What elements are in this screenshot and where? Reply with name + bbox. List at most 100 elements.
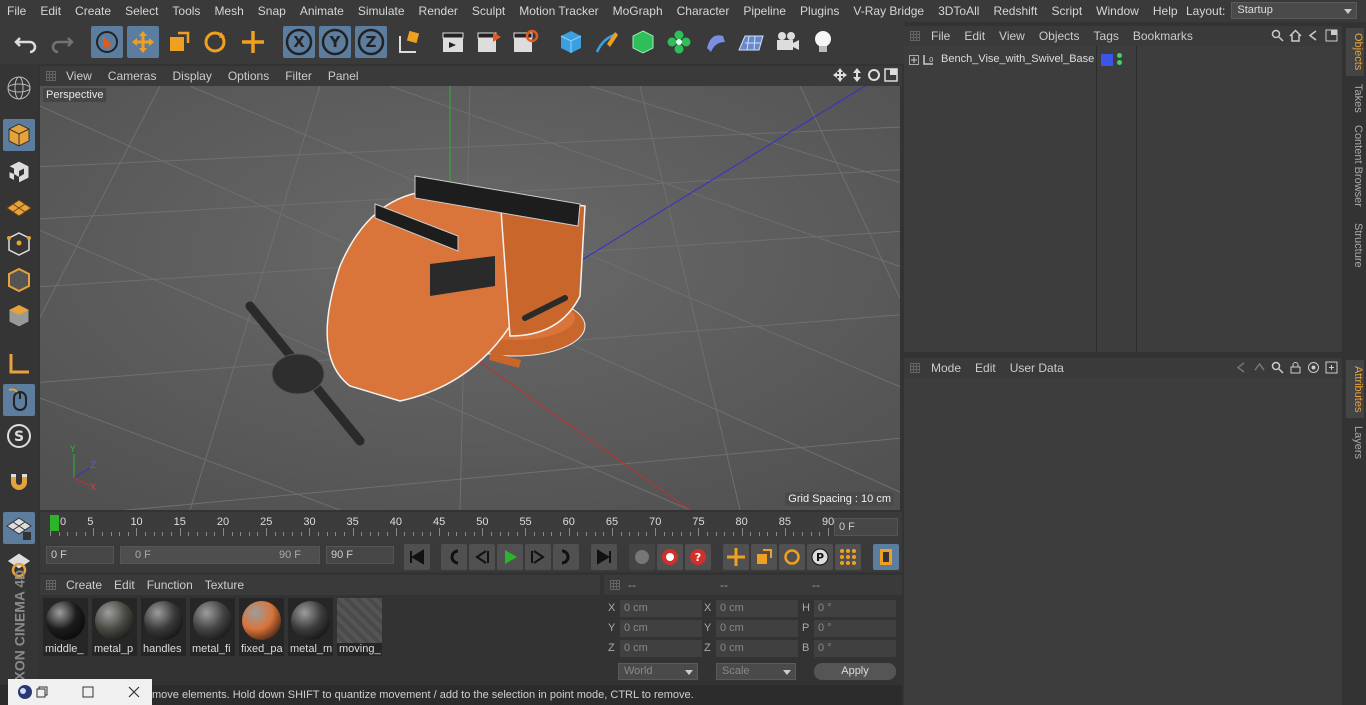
pen-tool-button[interactable] — [591, 26, 623, 58]
current-frame-field[interactable]: 0 F — [834, 518, 898, 536]
tab-takes[interactable]: Takes — [1346, 80, 1364, 116]
prev-key-button[interactable] — [441, 544, 467, 570]
coordinate-value-field[interactable]: 0 cm — [716, 620, 798, 637]
expand-plus-icon[interactable] — [909, 55, 919, 65]
restore-icon[interactable] — [36, 686, 48, 698]
tab-structure[interactable]: Structure — [1346, 216, 1364, 274]
autokeying-button[interactable]: ? — [685, 544, 711, 570]
key-pla-button[interactable] — [835, 544, 861, 570]
motion-record-button[interactable] — [629, 544, 655, 570]
menu-simulate[interactable]: Simulate — [351, 0, 412, 22]
lock-icon[interactable] — [1289, 361, 1302, 374]
menu-v-ray-bridge[interactable]: V-Ray Bridge — [846, 0, 931, 22]
timeline-window-button[interactable] — [873, 544, 899, 570]
workplane-button[interactable] — [3, 192, 35, 224]
workplane-lock-button[interactable] — [3, 512, 35, 544]
menu-pipeline[interactable]: Pipeline — [736, 0, 793, 22]
viewport-menu-panel[interactable]: Panel — [320, 69, 367, 83]
redo-button[interactable] — [46, 26, 78, 58]
menu-character[interactable]: Character — [670, 0, 737, 22]
texture-mode-button[interactable] — [3, 156, 35, 188]
subdivision-button[interactable] — [627, 26, 659, 58]
render-visibility-dot[interactable] — [1117, 60, 1122, 65]
viewport-menu-cameras[interactable]: Cameras — [100, 69, 165, 83]
object-menu-objects[interactable]: Objects — [1032, 29, 1087, 43]
material-swatch[interactable]: metal_m — [288, 598, 333, 656]
viewport-menu-options[interactable]: Options — [220, 69, 277, 83]
up-arrow-icon[interactable] — [1253, 361, 1266, 374]
object-menu-bookmarks[interactable]: Bookmarks — [1126, 29, 1200, 43]
menu-select[interactable]: Select — [118, 0, 165, 22]
coordinate-value-field[interactable]: 0 cm — [716, 640, 798, 657]
material-menu-create[interactable]: Create — [60, 578, 108, 592]
tab-attributes[interactable]: Attributes — [1346, 360, 1364, 418]
menu-window[interactable]: Window — [1089, 0, 1146, 22]
menu-edit[interactable]: Edit — [33, 0, 68, 22]
home-icon[interactable] — [1289, 29, 1302, 42]
pan-icon[interactable] — [833, 68, 847, 82]
key-position-button[interactable] — [723, 544, 749, 570]
tab-layers[interactable]: Layers — [1346, 422, 1364, 462]
light-button[interactable] — [807, 26, 839, 58]
play-button[interactable] — [497, 544, 523, 570]
playhead[interactable] — [50, 515, 59, 531]
key-scale-button[interactable] — [751, 544, 777, 570]
start-frame-field[interactable]: 0 F — [46, 546, 114, 564]
object-name[interactable]: Bench_Vise_with_Swivel_Base — [941, 53, 1094, 65]
layer-color-swatch[interactable] — [1101, 54, 1113, 66]
edges-mode-button[interactable] — [3, 264, 35, 296]
tweak-mode-button[interactable] — [3, 384, 35, 416]
perspective-viewport[interactable]: Y Z X Perspective Grid Spacing : 10 cm — [40, 86, 900, 510]
menu-create[interactable]: Create — [68, 0, 118, 22]
model-mode-button[interactable] — [3, 119, 35, 151]
new-view-icon[interactable] — [1325, 29, 1338, 42]
camera-button[interactable] — [771, 26, 803, 58]
next-frame-button[interactable] — [525, 544, 551, 570]
close-icon[interactable] — [128, 686, 140, 698]
floor-button[interactable] — [735, 26, 767, 58]
menu-render[interactable]: Render — [412, 0, 465, 22]
axis-mode-button[interactable] — [3, 348, 35, 380]
scale-button[interactable] — [163, 26, 195, 58]
next-key-button[interactable] — [553, 544, 579, 570]
menu-mograph[interactable]: MoGraph — [606, 0, 670, 22]
coordinate-value-field[interactable]: 0 ° — [814, 620, 896, 637]
tab-content-browser[interactable]: Content Browser — [1346, 120, 1364, 212]
material-swatch[interactable]: handles — [141, 598, 186, 656]
material-swatch[interactable]: middle_ — [43, 598, 88, 656]
menu-sculpt[interactable]: Sculpt — [465, 0, 512, 22]
viewport-menu-view[interactable]: View — [58, 69, 100, 83]
scale-mode-dropdown[interactable]: Scale — [716, 663, 796, 680]
menu-animate[interactable]: Animate — [293, 0, 351, 22]
coordinate-value-field[interactable]: 0 cm — [620, 640, 702, 657]
move-button[interactable] — [127, 26, 159, 58]
object-menu-file[interactable]: File — [924, 29, 957, 43]
menu-snap[interactable]: Snap — [251, 0, 293, 22]
render-view-button[interactable] — [437, 26, 469, 58]
object-row[interactable]: 0 Bench_Vise_with_Swivel_Base — [904, 50, 1342, 70]
menu-plugins[interactable]: Plugins — [793, 0, 846, 22]
menu-help[interactable]: Help — [1146, 0, 1185, 22]
material-swatch[interactable]: moving_ — [337, 598, 382, 656]
apply-button[interactable]: Apply — [814, 663, 896, 680]
rotate-button[interactable] — [199, 26, 231, 58]
target-icon[interactable] — [1307, 361, 1320, 374]
key-parameter-button[interactable]: P — [807, 544, 833, 570]
material-menu-texture[interactable]: Texture — [199, 578, 250, 592]
z-axis-lock-button[interactable]: Z — [355, 26, 387, 58]
coordinate-value-field[interactable]: 0 cm — [620, 600, 702, 617]
zoom-icon[interactable] — [850, 68, 864, 82]
record-active-objects-button[interactable] — [657, 544, 683, 570]
object-menu-view[interactable]: View — [992, 29, 1032, 43]
viewport-menu-display[interactable]: Display — [164, 69, 219, 83]
coordinate-value-field[interactable]: 0 cm — [716, 600, 798, 617]
coordinate-value-field[interactable]: 0 cm — [620, 620, 702, 637]
layout-dropdown[interactable]: Startup — [1231, 2, 1358, 19]
coordinate-system-button[interactable] — [393, 26, 425, 58]
render-settings-button[interactable] — [509, 26, 541, 58]
live-selection-button[interactable] — [91, 26, 123, 58]
render-picture-viewer-button[interactable] — [473, 26, 505, 58]
attribute-menu-edit[interactable]: Edit — [968, 361, 1003, 375]
material-swatch[interactable]: fixed_pa — [239, 598, 284, 656]
cloner-button[interactable] — [663, 26, 695, 58]
